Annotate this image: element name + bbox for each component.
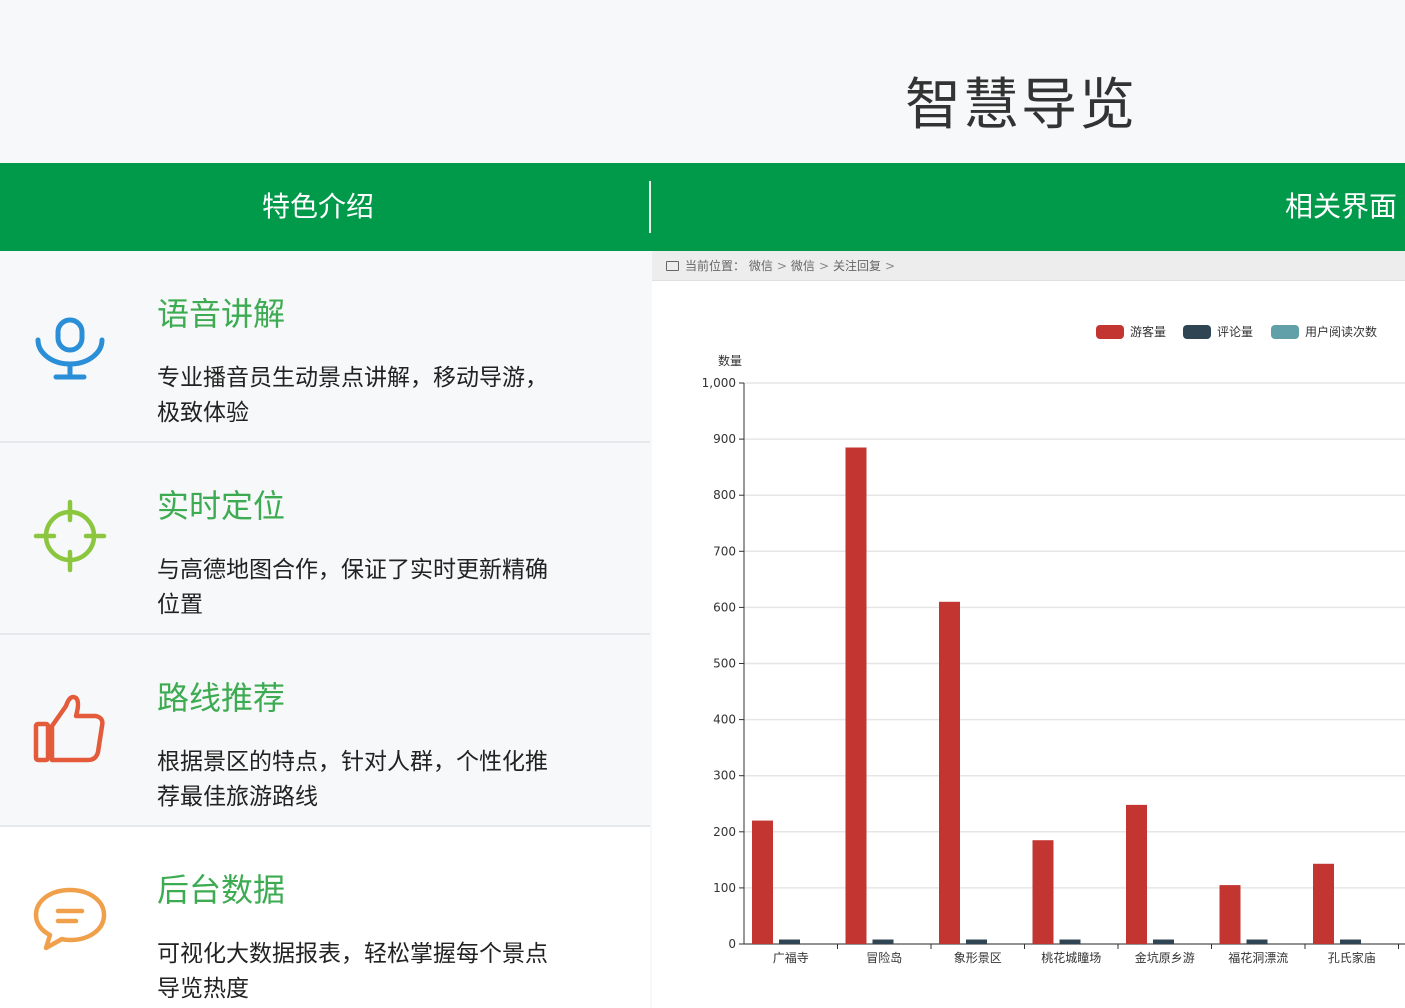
feature-description: 与高德地图合作，保证了实时更新精确位置 bbox=[157, 557, 548, 618]
x-tick-label: 桃花城瞳场 bbox=[1041, 950, 1101, 965]
tab-divider bbox=[649, 181, 651, 233]
legend-swatch bbox=[1183, 325, 1211, 339]
y-tick-label: 0 bbox=[728, 937, 736, 951]
x-tick-label: 金坑原乡游 bbox=[1135, 950, 1195, 965]
breadcrumb-prefix: 当前位置： bbox=[685, 259, 746, 273]
thumbs-up-icon bbox=[33, 694, 105, 763]
x-tick-label: 冒险岛 bbox=[866, 950, 902, 965]
tab-bar: 特色介绍 相关界面 bbox=[0, 163, 1405, 251]
y-tick-label: 200 bbox=[713, 825, 736, 839]
bar bbox=[1246, 939, 1268, 944]
feature-real-time-location: 实时定位 与高德地图合作，保证了实时更新精确位置 bbox=[0, 443, 650, 635]
feature-list: 语音讲解 专业播音员生动景点讲解，移动导游，极致体验 实时定位 与高德地图合作，… bbox=[0, 251, 650, 1008]
bar bbox=[1153, 939, 1174, 944]
header: 智慧导览 bbox=[0, 0, 1405, 163]
feature-description: 可视化大数据报表，轻松掌握每个景点导览热度 bbox=[157, 941, 548, 1002]
x-tick-label: 象形景区 bbox=[954, 951, 1002, 965]
legend-label: 用户阅读次数 bbox=[1305, 324, 1377, 339]
feature-description: 根据景区的特点，针对人群，个性化推荐最佳旅游路线 bbox=[157, 749, 548, 810]
bar bbox=[1340, 939, 1361, 944]
feature-title: 后台数据 bbox=[157, 871, 286, 909]
legend-swatch bbox=[1271, 325, 1299, 339]
bar bbox=[1032, 840, 1054, 944]
y-tick-label: 500 bbox=[713, 657, 736, 671]
y-tick-label: 800 bbox=[713, 488, 736, 502]
bar bbox=[845, 447, 867, 944]
bar bbox=[939, 601, 960, 944]
x-tick-label: 广福寺 bbox=[773, 950, 809, 965]
breadcrumb-item[interactable]: 微信 bbox=[749, 259, 773, 273]
feature-title: 实时定位 bbox=[157, 487, 286, 525]
y-tick-label: 300 bbox=[713, 769, 736, 783]
y-tick-label: 100 bbox=[713, 881, 736, 895]
y-tick-label: 400 bbox=[713, 713, 736, 727]
x-tick-label: 福花洞漂流 bbox=[1228, 950, 1288, 965]
feature-backend-data: 后台数据 可视化大数据报表，轻松掌握每个景点导览热度 bbox=[0, 827, 650, 1008]
page: 智慧导览 特色介绍 相关界面 语音讲解 专业播音员生动景点讲解，移动导游，极致体… bbox=[0, 0, 1405, 1008]
monitor-icon bbox=[666, 261, 679, 271]
breadcrumb: 当前位置： 微信 > 微信 > 关注回复 > bbox=[652, 251, 1405, 281]
feature-voice-guide: 语音讲解 专业播音员生动景点讲解，移动导游，极致体验 bbox=[0, 251, 650, 443]
breadcrumb-item[interactable]: 关注回复 bbox=[833, 259, 881, 273]
legend-swatch bbox=[1096, 325, 1124, 339]
chat-bubble-icon bbox=[33, 887, 107, 951]
bar bbox=[1126, 804, 1147, 944]
legend-label: 评论量 bbox=[1217, 325, 1253, 339]
bar bbox=[1059, 939, 1081, 944]
y-tick-label: 600 bbox=[713, 600, 736, 614]
feature-title: 路线推荐 bbox=[157, 679, 286, 717]
tab-related-screens[interactable]: 相关界面 bbox=[1285, 163, 1397, 251]
related-screen-panel: 当前位置： 微信 > 微信 > 关注回复 > 0 100 200 300 400 500 600 700… bbox=[652, 251, 1405, 1008]
bar-chart: 0 100 200 300 400 500 600 700 800 900 1,000 数量广福寺 冒险… bbox=[702, 324, 1405, 965]
y-tick-label: 700 bbox=[713, 544, 736, 558]
bar bbox=[1219, 885, 1241, 944]
bar bbox=[872, 939, 894, 944]
x-tick-label: 孔氏家庙 bbox=[1328, 950, 1376, 965]
bar bbox=[779, 939, 800, 944]
y-axis-title: 数量 bbox=[718, 353, 742, 368]
y-tick-label: 1,000 bbox=[702, 376, 736, 390]
feature-description: 专业播音员生动景点讲解，移动导游，极致体验 bbox=[157, 365, 548, 426]
legend-label: 游客量 bbox=[1130, 324, 1166, 339]
feature-title: 语音讲解 bbox=[157, 295, 286, 333]
breadcrumb-item[interactable]: 微信 bbox=[791, 259, 815, 273]
bar bbox=[752, 820, 773, 944]
page-title: 智慧导览 bbox=[905, 73, 1137, 138]
tab-features[interactable]: 特色介绍 bbox=[262, 163, 374, 251]
y-tick-label: 900 bbox=[713, 432, 736, 446]
feature-route-recommendation: 路线推荐 根据景区的特点，针对人群，个性化推荐最佳旅游路线 bbox=[0, 635, 650, 827]
bar bbox=[966, 939, 987, 944]
bar bbox=[1313, 863, 1334, 944]
crosshair-icon bbox=[33, 499, 107, 573]
microphone-icon bbox=[35, 317, 105, 380]
